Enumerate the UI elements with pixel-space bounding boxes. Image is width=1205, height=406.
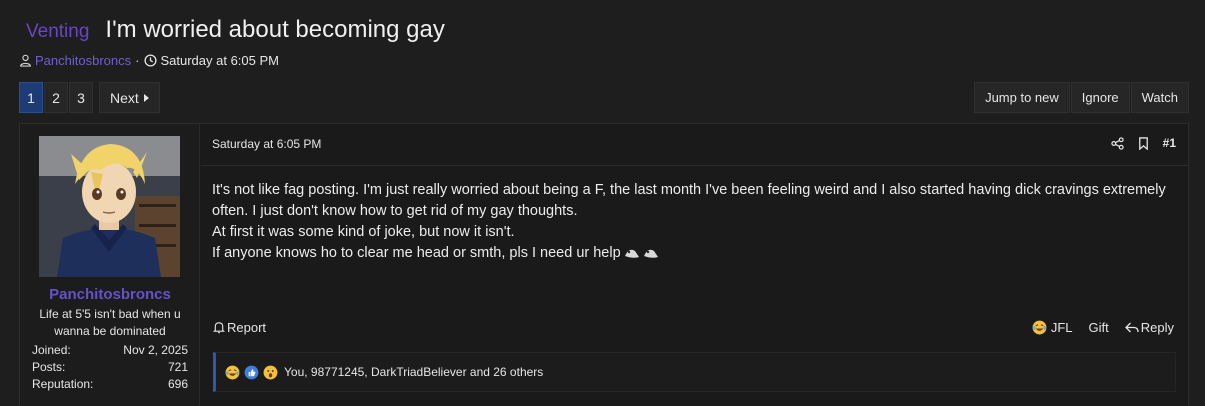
stat-value[interactable]: 721 <box>168 359 188 376</box>
ignore-button[interactable]: Ignore <box>1070 82 1130 113</box>
user-stat-joined: Joined: Nov 2, 2025 <box>32 342 188 359</box>
post-paragraph: It's not like fag posting. I'm just real… <box>212 182 1166 219</box>
post-header: Saturday at 6:05 PM #1 <box>201 124 1188 166</box>
reply-button[interactable]: Reply <box>1124 320 1174 335</box>
page-title: I'm worried about becoming gay <box>105 16 445 43</box>
meta-separator: · <box>135 53 140 68</box>
laughing-emoji-icon <box>1032 320 1047 335</box>
user-stat-posts: Posts: 721 <box>32 359 188 376</box>
post-user-info: Panchitosbroncs Life at 5'5 isn't bad wh… <box>20 124 200 406</box>
bookmark-icon[interactable] <box>1138 136 1149 150</box>
user-stat-reputation: Reputation: 696 <box>32 376 188 393</box>
thumbs-up-icon <box>244 365 259 380</box>
post: Panchitosbroncs Life at 5'5 isn't bad wh… <box>19 123 1189 406</box>
laughing-emoji-icon <box>225 365 240 380</box>
post-footer: Report JFL Gift Reply <box>201 318 1188 338</box>
thread-author-link[interactable]: Panchitosbroncs <box>35 53 131 68</box>
next-page-label: Next <box>110 89 139 106</box>
emoji-icon <box>623 245 661 261</box>
watch-button[interactable]: Watch <box>1130 82 1189 113</box>
shocked-emoji-icon <box>263 365 278 380</box>
react-label: JFL <box>1050 320 1073 335</box>
post-paragraph: At first it was some kind of joke, but n… <box>212 224 515 240</box>
gift-button[interactable]: Gift <box>1089 320 1109 335</box>
report-link[interactable]: Report <box>213 320 266 335</box>
post-username[interactable]: Panchitosbroncs <box>20 286 200 303</box>
stat-value: 696 <box>167 377 188 391</box>
react-button[interactable]: JFL <box>1032 320 1073 335</box>
share-icon[interactable] <box>1110 136 1124 150</box>
stat-label: Posts: <box>32 360 66 374</box>
caret-right-icon <box>143 93 149 102</box>
stat-label: Joined: <box>32 343 71 357</box>
thread-title-row: Venting I'm worried about becoming gay <box>26 16 445 48</box>
page-button-2[interactable]: 2 <box>44 82 68 113</box>
post-tools: #1 <box>1097 136 1176 150</box>
post-footer-actions: JFL Gift Reply <box>1016 320 1174 335</box>
stat-value: Nov 2, 2025 <box>123 343 188 357</box>
thread-actions: Jump to new Ignore Watch <box>973 82 1189 113</box>
reply-arrow-icon <box>1124 322 1139 334</box>
reply-label: Reply <box>1140 320 1174 335</box>
user-title: Life at 5'5 isn't bad when u wanna be do… <box>39 307 181 338</box>
pagination: 1 2 3 Next <box>19 82 161 113</box>
bell-icon <box>213 321 225 334</box>
thread-date[interactable]: Saturday at 6:05 PM <box>160 53 279 68</box>
post-date[interactable]: Saturday at 6:05 PM <box>212 137 321 151</box>
avatar[interactable] <box>39 136 180 277</box>
thread-prefix[interactable]: Venting <box>26 21 89 43</box>
post-main: Saturday at 6:05 PM #1 It's not like fag… <box>201 124 1188 406</box>
thread-meta: Panchitosbroncs · Saturday at 6:05 PM <box>18 53 279 68</box>
page-button-1[interactable]: 1 <box>19 82 43 113</box>
clock-icon <box>143 54 157 68</box>
user-stats: Joined: Nov 2, 2025 Posts: 721 Reputatio… <box>32 342 188 393</box>
post-text: If anyone knows ho to clear me head or s… <box>212 245 621 261</box>
report-label: Report <box>227 320 267 335</box>
page-button-3[interactable]: 3 <box>69 82 93 113</box>
jump-to-new-button[interactable]: Jump to new <box>974 82 1070 113</box>
reactions-bar[interactable]: You, 98771245, DarkTriadBeliever and 26 … <box>213 352 1176 392</box>
stat-label: Reputation: <box>32 377 94 391</box>
reactions-summary[interactable]: You, 98771245, DarkTriadBeliever and 26 … <box>284 365 543 379</box>
post-paragraph: If anyone knows ho to clear me head or s… <box>212 243 1172 264</box>
next-page-button[interactable]: Next <box>99 82 160 113</box>
user-icon <box>18 54 32 68</box>
post-body: It's not like fag posting. I'm just real… <box>212 180 1172 264</box>
post-number-link[interactable]: #1 <box>1163 136 1176 150</box>
